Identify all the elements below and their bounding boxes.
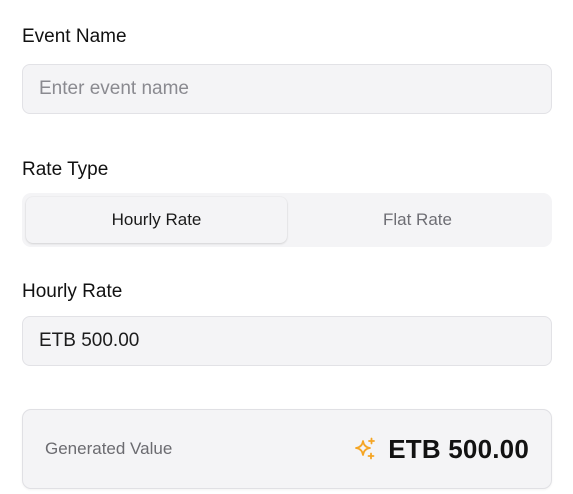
generated-value-amount: ETB 500.00 (388, 433, 529, 464)
generated-value-label: Generated Value (45, 439, 173, 458)
rate-type-segmented-control: Hourly Rate Flat Rate (22, 193, 552, 247)
hourly-rate-label: Hourly Rate (22, 281, 123, 302)
rate-type-label: Rate Type (22, 159, 109, 180)
rate-option-flat[interactable]: Flat Rate (287, 197, 548, 243)
generated-value-display: ETB 500.00 (352, 434, 529, 465)
hourly-rate-input[interactable] (22, 316, 552, 366)
rate-option-hourly[interactable]: Hourly Rate (26, 197, 287, 243)
event-name-input[interactable] (22, 64, 552, 114)
event-name-label: Event Name (22, 26, 127, 47)
sparkle-icon (355, 437, 376, 460)
generated-value-card: Generated Value ETB 500.00 (22, 409, 552, 489)
